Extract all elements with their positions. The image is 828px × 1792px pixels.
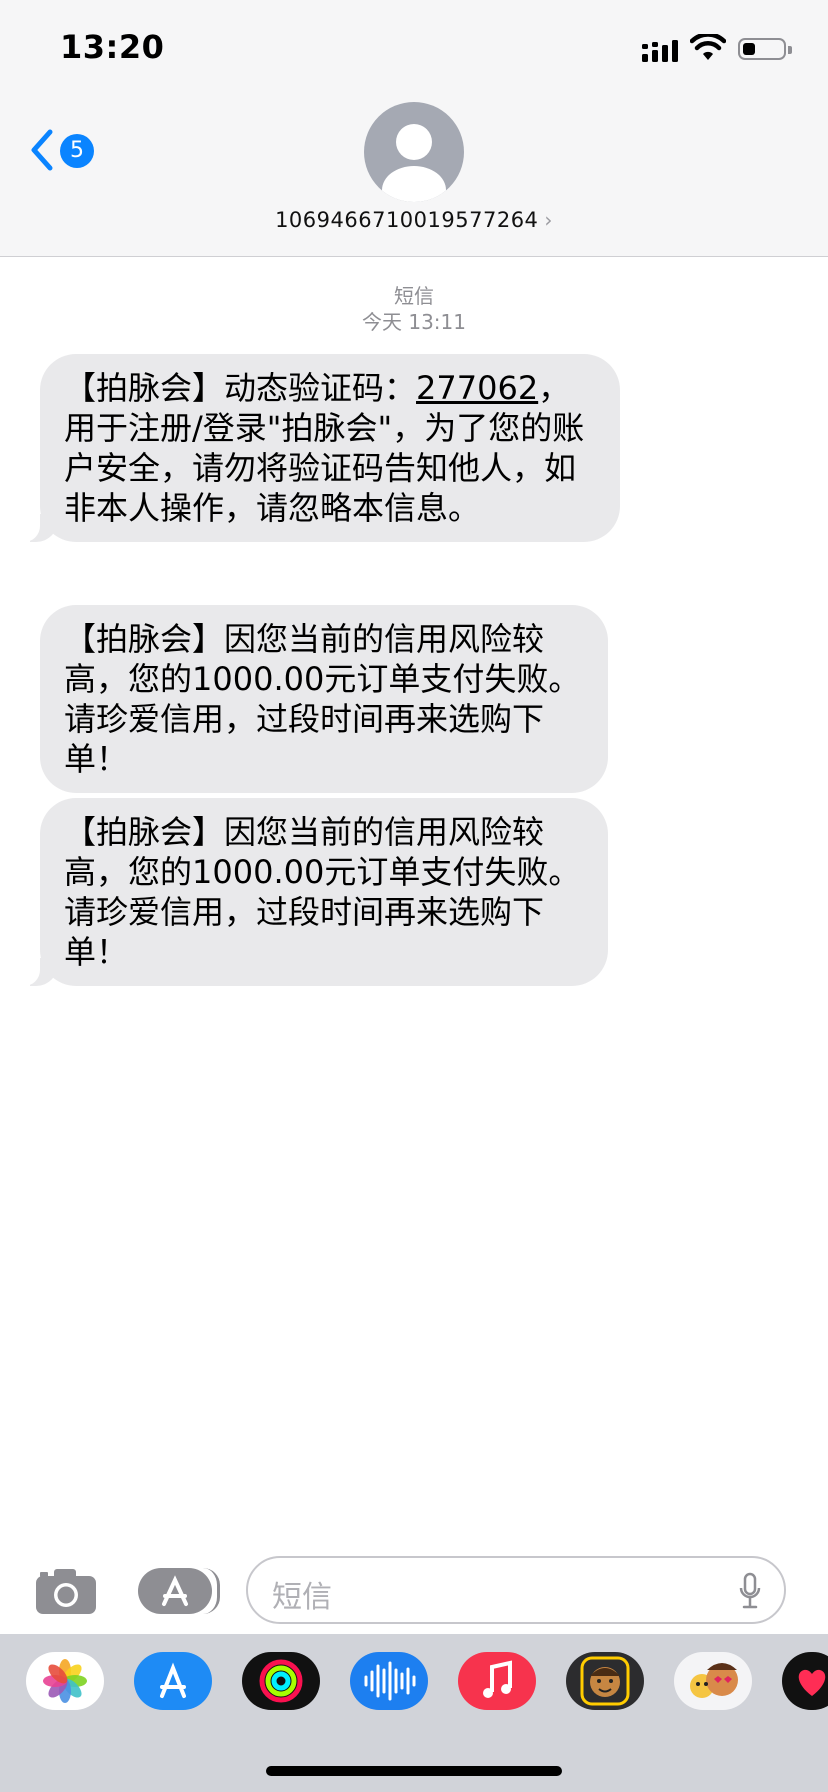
verification-code-link[interactable]: 277062 [416, 369, 538, 407]
app-store-icon [162, 1575, 188, 1606]
battery-icon [738, 38, 786, 60]
animoji-app-icon[interactable] [674, 1652, 752, 1710]
home-indicator[interactable] [266, 1766, 562, 1776]
contact-number: 1069466710019577264 [275, 208, 539, 232]
chevron-left-icon [31, 129, 53, 171]
message-bubble-1[interactable]: 【拍脉会】动态验证码：277062，用于注册/登录"拍脉会"，为了您的账户安全，… [16, 354, 620, 542]
contact-name-button[interactable]: 1069466710019577264 › [0, 208, 828, 232]
person-silhouette-icon [382, 124, 446, 202]
camera-button[interactable] [34, 1566, 98, 1616]
conversation-header: 13:20 5 1069466710019577264 › [0, 0, 828, 257]
app-store-drawer-button[interactable] [138, 1568, 220, 1614]
message-input-placeholder: 短信 [272, 1580, 332, 1615]
message-bubble-2[interactable]: 【拍脉会】因您当前的信用风险较高，您的1000.00元订单支付失败。请珍爱信用，… [40, 605, 608, 793]
message-text: 【拍脉会】因您当前的信用风险较高，您的1000.00元订单支付失败。请珍爱信用，… [64, 813, 581, 971]
thread-service-label: 短信 [394, 284, 434, 308]
message-input[interactable]: 短信 [246, 1556, 786, 1624]
fitness-app-icon[interactable] [242, 1652, 320, 1710]
unread-count-badge: 5 [60, 134, 94, 168]
voice-memo-app-icon[interactable] [350, 1652, 428, 1710]
thread-timestamp: 今天 13:11 [362, 310, 466, 334]
digital-touch-app-icon[interactable] [782, 1652, 828, 1710]
chevron-right-icon: › [544, 208, 553, 232]
message-text: 【拍脉会】因您当前的信用风险较高，您的1000.00元订单支付失败。请珍爱信用，… [64, 620, 581, 778]
status-indicators [642, 34, 792, 66]
microphone-icon[interactable] [738, 1572, 762, 1610]
battery-level [743, 43, 755, 55]
memoji-app-icon[interactable] [566, 1652, 644, 1710]
message-text-prefix: 【拍脉会】动态验证码： [64, 369, 417, 407]
photos-app-icon[interactable] [26, 1652, 104, 1710]
contact-avatar[interactable] [364, 102, 464, 202]
back-button[interactable]: 5 [28, 126, 108, 176]
music-app-icon[interactable] [458, 1652, 536, 1710]
status-time: 13:20 [60, 28, 165, 66]
camera-icon [36, 1569, 96, 1614]
wifi-icon [690, 34, 726, 60]
app-store-app-icon[interactable] [134, 1652, 212, 1710]
cellular-signal-icon [642, 40, 678, 62]
message-bubble-3[interactable]: 【拍脉会】因您当前的信用风险较高，您的1000.00元订单支付失败。请珍爱信用，… [16, 798, 608, 986]
